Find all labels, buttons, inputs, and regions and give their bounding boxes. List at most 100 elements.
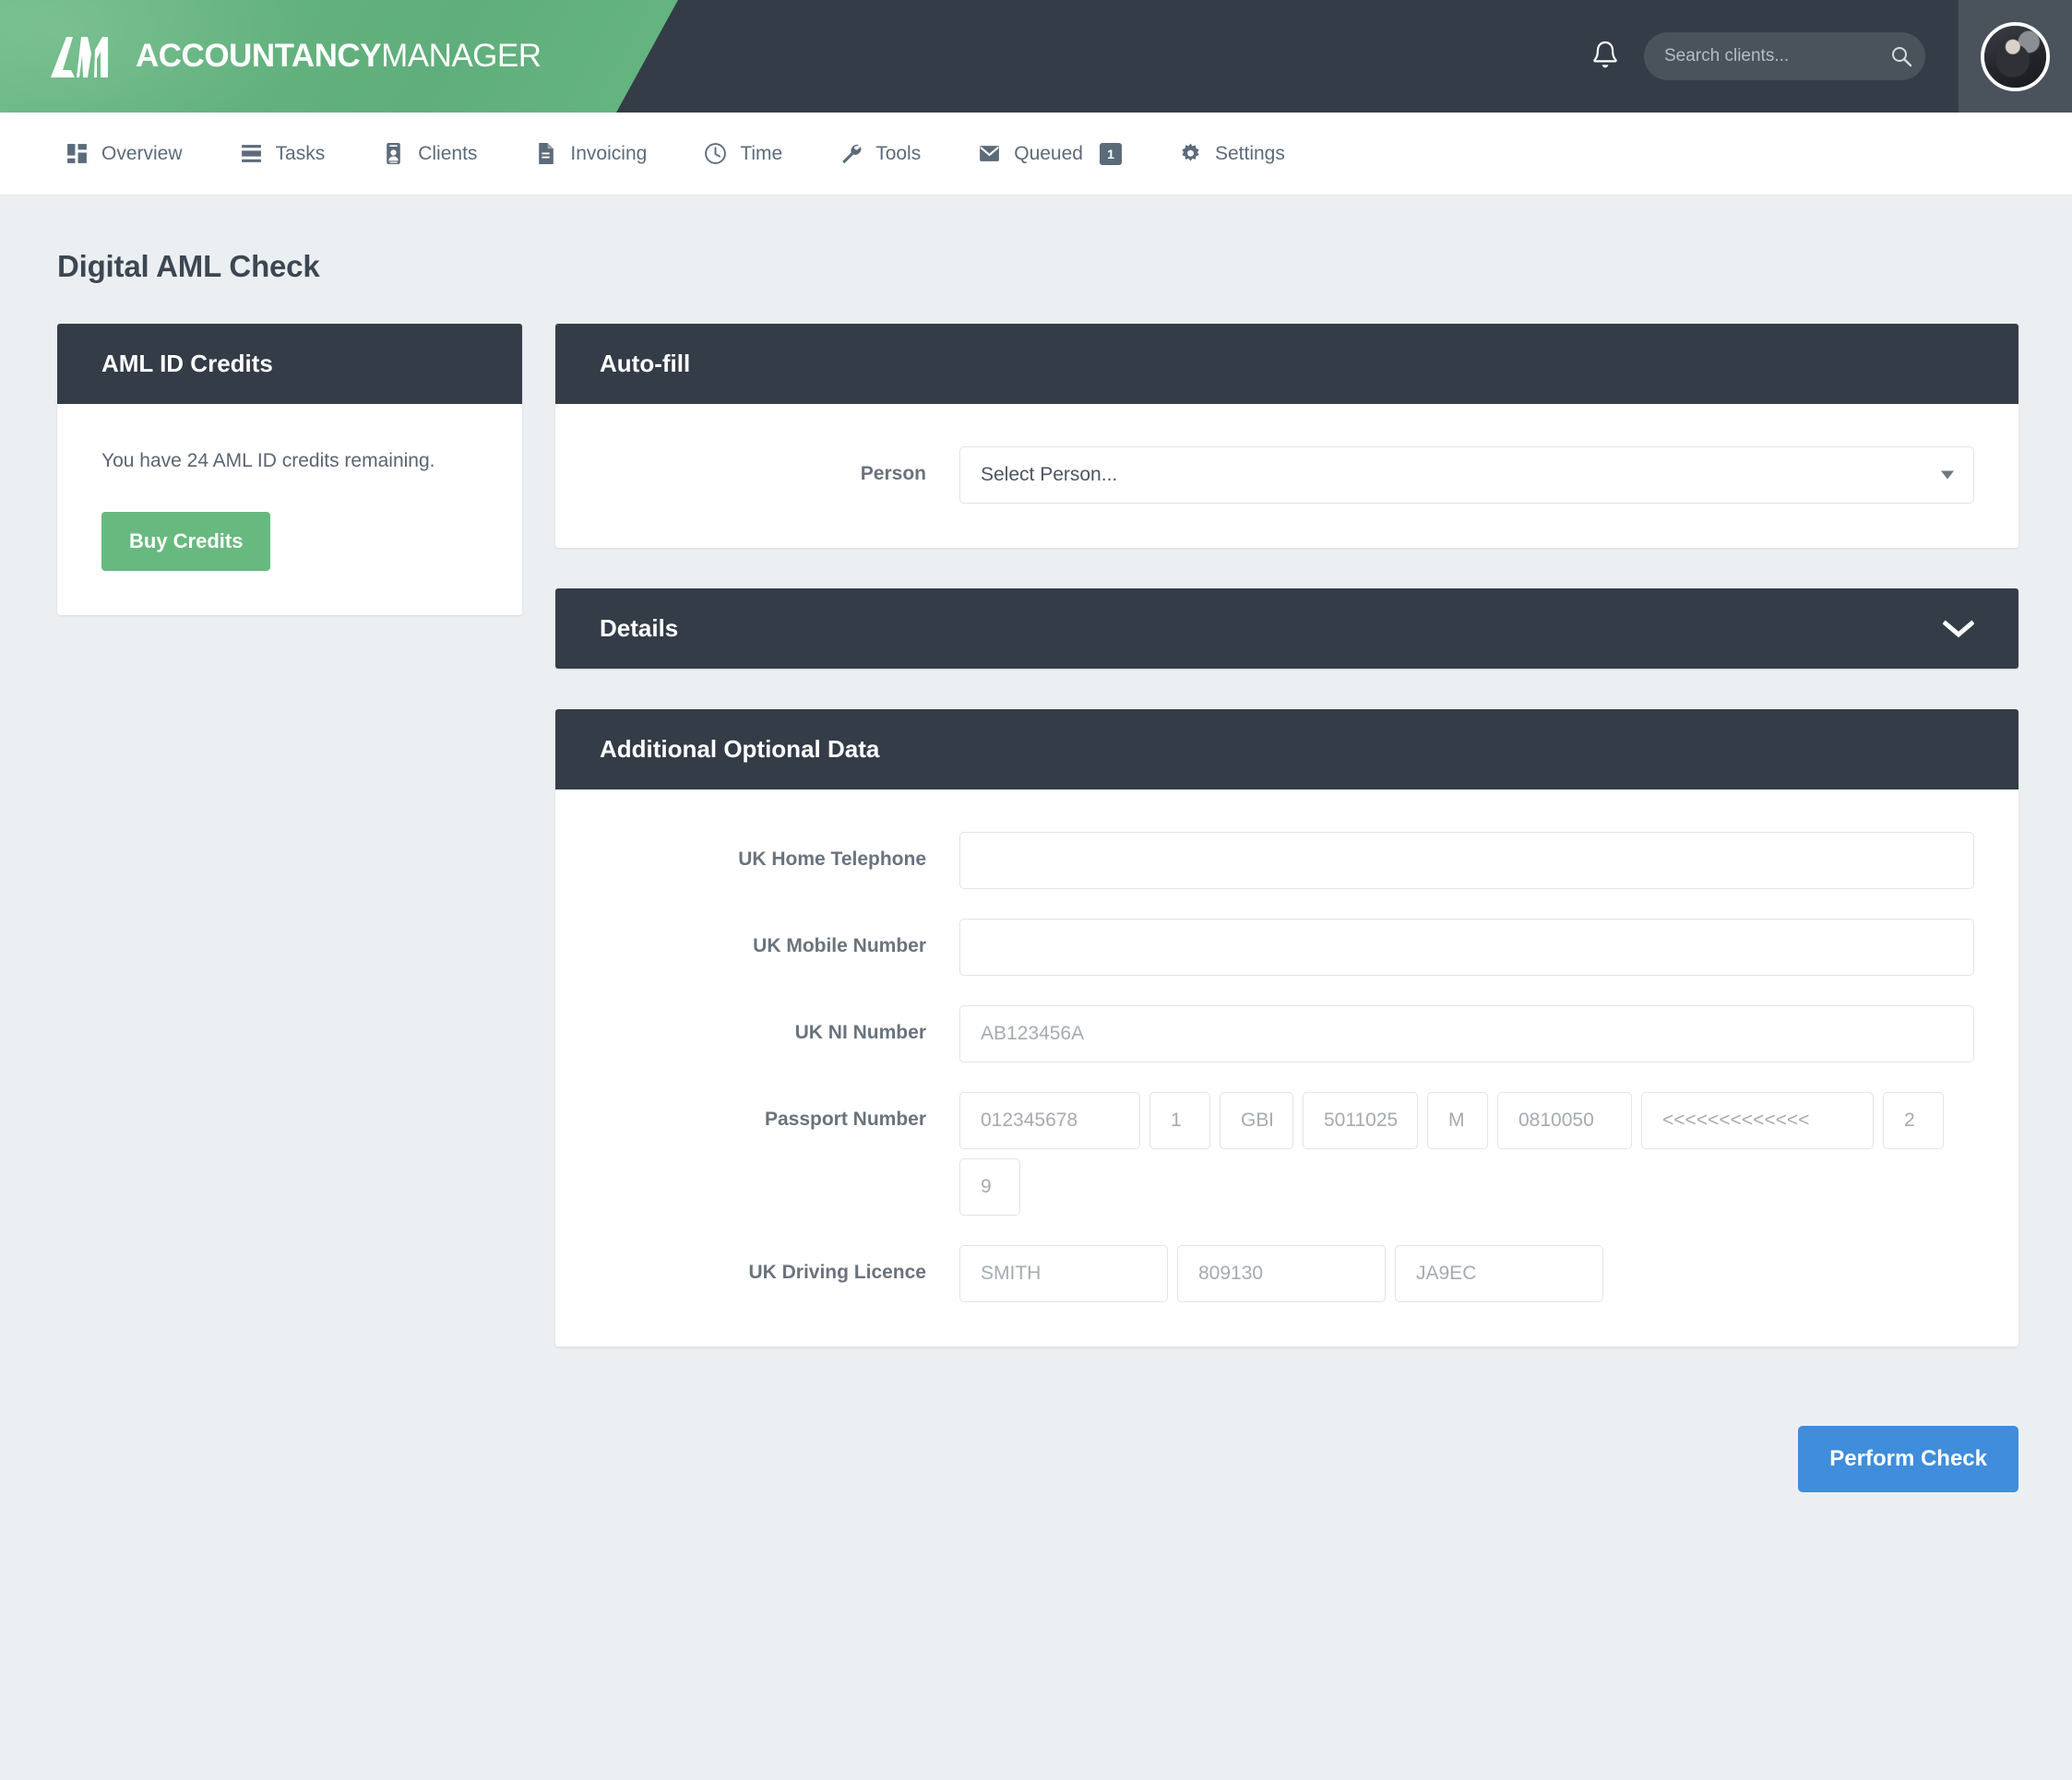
right-column: Auto-fill Person Select Person... Detail… [555,324,2018,1492]
uk-driving-licence-part-3[interactable] [1395,1245,1603,1302]
content-columns: AML ID Credits You have 24 AML ID credit… [57,324,2018,1492]
wrench-icon [842,144,862,164]
nav-label: Queued [1014,142,1083,164]
nav-label: Settings [1214,142,1285,164]
clock-icon [705,143,727,164]
passport-number-fields [959,1092,1974,1216]
queued-count-badge: 1 [1099,142,1122,165]
brand-name-bold: ACCOUNTANCY [136,38,382,74]
person-row: Person [600,446,1974,504]
passport-number-part-9[interactable] [959,1158,1020,1216]
chevron-down-icon[interactable] [1943,619,1974,638]
uk-driving-licence-fields [959,1245,1974,1302]
uk-home-telephone-control [959,832,1974,889]
buy-credits-button[interactable]: Buy Credits [101,511,271,571]
additional-optional-data-body: UK Home Telephone UK Mobile Number UK NI… [555,789,2018,1347]
uk-ni-number-label: UK NI Number [794,1022,926,1043]
autofill-card-body: Person [555,404,2018,548]
uk-home-telephone-input[interactable] [959,832,1974,889]
brand-name: ACCOUNTANCYMANAGER [136,38,542,75]
brand-logo[interactable]: ACCOUNTANCYMANAGER [51,0,542,113]
uk-mobile-number-control [959,919,1974,976]
uk-driving-licence-part-2[interactable] [1177,1245,1386,1302]
uk-driving-licence-control [959,1245,1974,1302]
brand-name-light: MANAGER [381,38,542,74]
nav-item-invoicing[interactable]: Invoicing [506,113,675,196]
passport-number-part-1[interactable] [959,1092,1140,1149]
nav-item-tools[interactable]: Tools [811,113,949,196]
main-nav: Overview Tasks Clients Invoicing Time To… [0,113,2072,196]
passport-number-row: Passport Number [600,1092,1974,1216]
uk-driving-licence-part-1[interactable] [959,1245,1168,1302]
uk-mobile-number-label: UK Mobile Number [753,935,926,956]
contact-card-icon [387,143,401,164]
autofill-card: Auto-fill Person [555,324,2018,548]
page-title: Digital AML Check [57,249,320,283]
person-control [959,446,1974,504]
gear-icon [1182,143,1199,161]
uk-home-telephone-label: UK Home Telephone [738,848,926,870]
additional-optional-data-card: Additional Optional Data UK Home Telepho… [555,709,2018,1347]
uk-mobile-number-row: UK Mobile Number [600,919,1974,976]
passport-number-part-2[interactable] [1149,1092,1210,1149]
person-select[interactable] [959,446,1974,504]
envelope-icon [980,146,1000,161]
autofill-card-header: Auto-fill [555,324,2018,404]
document-icon [539,143,554,164]
left-column: AML ID Credits You have 24 AML ID credit… [57,324,522,656]
nav-item-time[interactable]: Time [675,113,811,196]
passport-number-part-4[interactable] [1303,1092,1418,1149]
passport-number-label: Passport Number [764,1109,926,1130]
aml-credits-card-header: AML ID Credits [57,324,522,404]
additional-optional-data-header: Additional Optional Data [555,709,2018,789]
card-title: AML ID Credits [101,350,273,377]
uk-driving-licence-label: UK Driving Licence [748,1262,926,1283]
nav-item-settings[interactable]: Settings [1150,113,1314,196]
passport-number-control [959,1092,1974,1216]
nav-label: Tasks [275,142,326,164]
app-page: ACCOUNTANCYMANAGER Search clients... Ove… [0,0,2072,1780]
passport-number-part-7[interactable] [1641,1092,1874,1149]
aml-credits-card-body: You have 24 AML ID credits remaining. Bu… [57,404,522,615]
nav-item-overview[interactable]: Overview [37,113,211,196]
search-input[interactable] [1664,46,1890,66]
nav-item-queued[interactable]: Queued 1 [949,113,1150,196]
nav-item-tasks[interactable]: Tasks [211,113,354,196]
passport-number-part-8[interactable] [1883,1092,1944,1149]
search-icon[interactable] [1890,45,1912,67]
nav-label: Clients [418,142,478,164]
notifications-button[interactable] [1576,27,1635,86]
passport-number-part-6[interactable] [1497,1092,1632,1149]
uk-ni-number-control [959,1005,1974,1062]
person-label: Person [860,463,926,484]
nav-item-clients[interactable]: Clients [353,113,506,196]
credits-remaining-text: You have 24 AML ID credits remaining. [101,450,435,471]
passport-number-part-5[interactable] [1427,1092,1488,1149]
user-menu[interactable] [1959,0,2072,113]
card-title: Auto-fill [600,350,691,377]
top-bar: ACCOUNTANCYMANAGER [0,0,2072,113]
card-title: Details [600,614,679,642]
form-actions: Perform Check [555,1387,2018,1492]
am-logo-icon [51,37,108,77]
nav-label: Time [740,142,783,164]
passport-number-part-3[interactable] [1220,1092,1293,1149]
uk-ni-number-input[interactable] [959,1005,1974,1062]
nav-label: Overview [101,142,183,164]
person-select-wrap[interactable] [959,446,1974,504]
avatar-image [1984,25,2046,88]
nav-label: Tools [875,142,922,164]
dashboard-grid-icon [67,144,87,163]
avatar[interactable] [1981,21,2050,91]
aml-credits-card: AML ID Credits You have 24 AML ID credit… [57,324,522,615]
card-title: Additional Optional Data [600,735,880,763]
nav-label: Invoicing [570,142,648,164]
uk-mobile-number-input[interactable] [959,919,1974,976]
uk-ni-number-row: UK NI Number [600,1005,1974,1062]
list-lines-icon [241,145,261,162]
details-card-header[interactable]: Details [555,588,2018,669]
notification-bell-icon [1593,41,1617,68]
page-content: Digital AML Check AML ID Credits You hav… [0,196,2072,1492]
search-box[interactable] [1644,32,1925,80]
perform-check-button[interactable]: Perform Check [1798,1426,2018,1492]
